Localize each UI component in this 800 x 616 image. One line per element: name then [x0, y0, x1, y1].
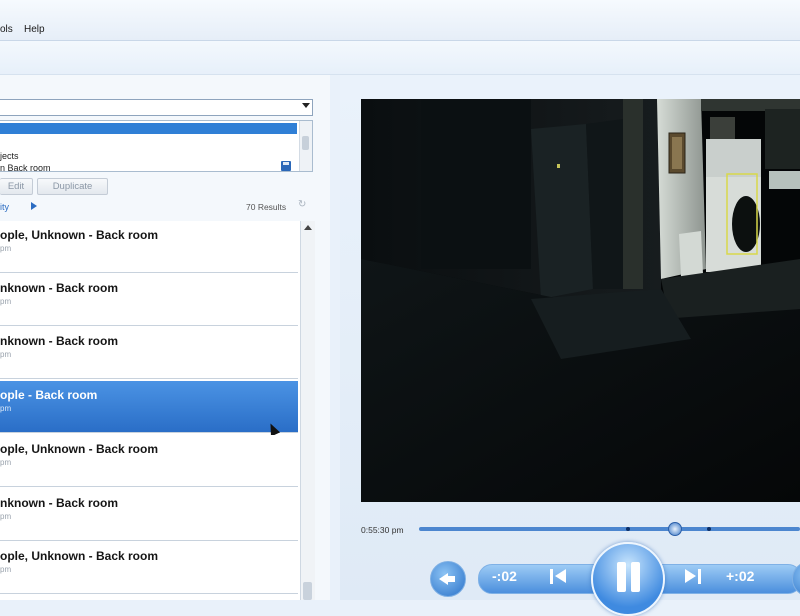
filter-list-selected-item[interactable] — [0, 123, 297, 134]
event-row[interactable]: nknown - Back room pm — [0, 489, 298, 541]
timeline-seek-knob[interactable] — [668, 522, 682, 536]
chevron-down-icon — [302, 103, 310, 108]
event-time: pm — [0, 350, 12, 359]
event-row-selected[interactable]: ople - Back room pm — [0, 381, 298, 437]
scroll-up-arrow-icon[interactable] — [304, 225, 312, 230]
event-title: ople, Unknown - Back room — [0, 228, 159, 242]
filter-list-item[interactable]: n Back room — [0, 163, 51, 173]
pause-button[interactable] — [591, 542, 665, 616]
timeline-time-label: 0:55:30 pm — [361, 525, 404, 535]
play-by-link[interactable]: ity — [0, 202, 9, 212]
event-time: pm — [0, 297, 12, 306]
event-row[interactable]: ople, Unknown - Back room pm — [0, 542, 298, 594]
toolbar — [0, 41, 800, 75]
search-panel: jects n Back room Edit Duplicate ity 70 … — [0, 75, 330, 600]
event-time: pm — [0, 512, 12, 521]
video-frame[interactable] — [361, 99, 800, 502]
event-row[interactable]: ople, Unknown - Back room pm — [0, 221, 298, 273]
event-results-list: ople, Unknown - Back room pm nknown - Ba… — [0, 221, 301, 600]
duplicate-button[interactable]: Duplicate — [37, 178, 108, 195]
event-title: ople, Unknown - Back room — [0, 549, 159, 563]
event-row[interactable]: ople, Unknown - Back room pm — [0, 435, 298, 487]
timeline-seek-bar[interactable] — [419, 527, 800, 531]
menu-tools[interactable]: ols — [0, 24, 13, 35]
timeline-event-marker[interactable] — [707, 527, 711, 531]
edit-button[interactable]: Edit — [0, 178, 33, 195]
filter-list[interactable]: jects n Back room — [0, 120, 313, 173]
scrollbar-thumb[interactable] — [302, 136, 309, 150]
save-icon[interactable] — [281, 161, 291, 171]
skip-back-button[interactable]: -:02 — [492, 568, 517, 584]
filter-dropdown[interactable] — [0, 99, 313, 116]
event-time: pm — [0, 565, 12, 574]
timeline-event-marker[interactable] — [626, 527, 630, 531]
event-time: pm — [0, 458, 12, 467]
results-count: 70 Results — [246, 202, 287, 212]
back-arrow-button[interactable] — [430, 561, 466, 597]
event-time: pm — [0, 404, 12, 413]
menu-help[interactable]: Help — [24, 24, 45, 35]
event-time: pm — [0, 244, 12, 253]
event-row[interactable]: nknown - Back room pm — [0, 274, 298, 326]
event-title: ople - Back room — [0, 388, 98, 402]
event-title: ople, Unknown - Back room — [0, 442, 159, 456]
skip-forward-button[interactable]: +:02 — [726, 568, 754, 584]
event-title: nknown - Back room — [0, 496, 119, 510]
play-icon[interactable] — [31, 202, 37, 210]
pause-icon — [617, 562, 626, 592]
event-title: nknown - Back room — [0, 334, 119, 348]
event-title: nknown - Back room — [0, 281, 119, 295]
filter-list-item[interactable]: jects — [0, 151, 19, 161]
scrollbar-thumb[interactable] — [303, 582, 312, 600]
filter-list-scrollbar[interactable] — [299, 121, 312, 171]
results-scrollbar[interactable] — [300, 221, 315, 600]
video-image — [361, 99, 800, 502]
refresh-icon[interactable]: ↻ — [298, 199, 306, 210]
event-row[interactable]: nknown - Back room pm — [0, 327, 298, 379]
menu-bar: ols Help — [0, 0, 800, 41]
